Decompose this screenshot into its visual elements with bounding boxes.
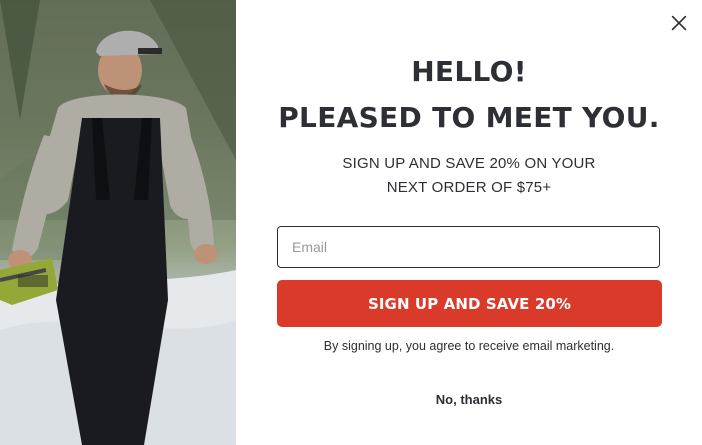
email-input[interactable]	[277, 226, 660, 268]
heading-hello: HELLO!	[411, 55, 527, 88]
subtitle-line-1: SIGN UP AND SAVE 20% ON YOUR	[342, 155, 596, 172]
hero-photo	[0, 0, 236, 445]
heading-pleased: PLEASED TO MEET YOU.	[278, 101, 660, 134]
signup-button[interactable]: SIGN UP AND SAVE 20%	[277, 280, 662, 327]
close-button[interactable]	[668, 12, 690, 34]
close-icon	[671, 15, 687, 31]
modal-content: HELLO! PLEASED TO MEET YOU. SIGN UP AND …	[236, 0, 702, 445]
signup-modal: HELLO! PLEASED TO MEET YOU. SIGN UP AND …	[0, 0, 702, 445]
no-thanks-link[interactable]: No, thanks	[236, 392, 702, 407]
subtitle-line-2: NEXT ORDER OF $75+	[386, 179, 552, 196]
legal-text: By signing up, you agree to receive emai…	[323, 339, 615, 353]
